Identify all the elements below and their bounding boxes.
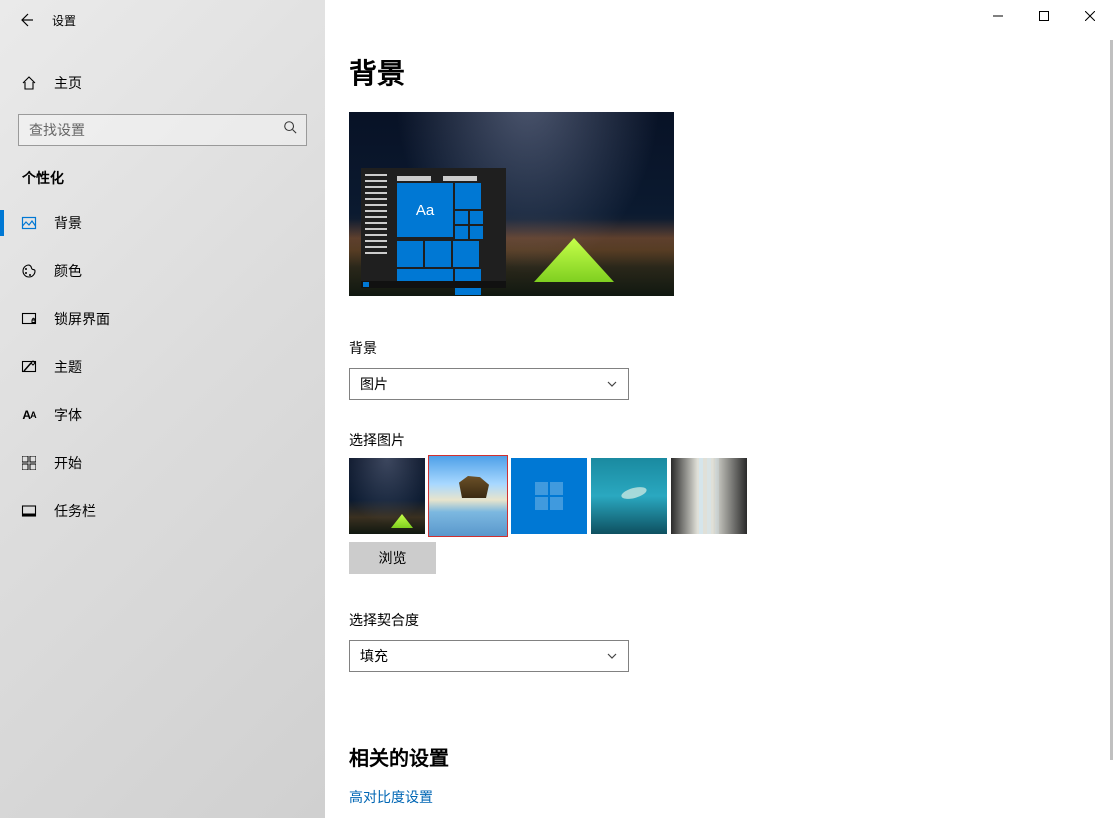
nav-lockscreen[interactable]: 锁屏界面	[0, 298, 325, 340]
nav-taskbar[interactable]: 任务栏	[0, 490, 325, 532]
nav-home[interactable]: 主页	[0, 62, 325, 104]
picture-thumb-2[interactable]	[511, 458, 587, 534]
minimize-button[interactable]	[975, 0, 1021, 32]
fit-select[interactable]: 填充	[349, 640, 629, 672]
nav-list: 背景 颜色 锁屏界面 主题 AA 字体	[0, 202, 325, 532]
themes-icon	[20, 358, 38, 376]
search-input[interactable]	[18, 114, 307, 146]
start-icon	[20, 454, 38, 472]
chevron-down-icon	[606, 378, 618, 390]
picture-thumb-1[interactable]	[429, 456, 507, 536]
background-select-label: 背景	[349, 338, 1113, 358]
nav-themes[interactable]: 主题	[0, 346, 325, 388]
link-high-contrast[interactable]: 高对比度设置	[349, 787, 1113, 807]
nav-colors[interactable]: 颜色	[0, 250, 325, 292]
nav-home-label: 主页	[54, 73, 82, 93]
nav-background[interactable]: 背景	[0, 202, 325, 244]
nav-item-label: 背景	[54, 213, 82, 233]
background-type-value: 图片	[360, 374, 388, 394]
lockscreen-icon	[20, 310, 38, 328]
maximize-icon	[1039, 11, 1049, 21]
nav-item-label: 锁屏界面	[54, 309, 110, 329]
chevron-down-icon	[606, 650, 618, 662]
app-title: 设置	[52, 12, 76, 29]
background-preview: Aa	[349, 112, 674, 296]
taskbar-icon	[20, 502, 38, 520]
section-header: 个性化	[0, 158, 325, 202]
nav-item-label: 颜色	[54, 261, 82, 281]
preview-startmenu: Aa	[361, 168, 506, 288]
window-controls	[325, 0, 1113, 32]
home-icon	[20, 74, 38, 92]
nav-fonts[interactable]: AA 字体	[0, 394, 325, 436]
palette-icon	[20, 262, 38, 280]
fit-select-label: 选择契合度	[349, 610, 1113, 630]
search-wrap	[18, 114, 307, 146]
browse-button[interactable]: 浏览	[349, 542, 436, 574]
page-title: 背景	[349, 52, 1113, 92]
close-button[interactable]	[1067, 0, 1113, 32]
picture-icon	[20, 214, 38, 232]
main: 背景 Aa	[325, 0, 1113, 818]
close-icon	[1085, 11, 1095, 21]
nav-item-label: 字体	[54, 405, 82, 425]
titlebar-left: 设置	[0, 0, 325, 40]
minimize-icon	[993, 11, 1003, 21]
content: 背景 Aa	[325, 32, 1113, 818]
background-type-select[interactable]: 图片	[349, 368, 629, 400]
picture-thumb-0[interactable]	[349, 458, 425, 534]
fonts-icon: AA	[20, 406, 38, 424]
choose-picture-label: 选择图片	[349, 430, 1113, 450]
back-button[interactable]	[6, 0, 46, 40]
preview-aa-tile: Aa	[397, 183, 453, 237]
related-header: 相关的设置	[349, 742, 1113, 771]
maximize-button[interactable]	[1021, 0, 1067, 32]
picture-thumb-4[interactable]	[671, 458, 747, 534]
nav-item-label: 任务栏	[54, 501, 96, 521]
sidebar: 设置 主页 个性化 背景 颜色	[0, 0, 325, 818]
nav-start[interactable]: 开始	[0, 442, 325, 484]
fit-select-value: 填充	[360, 646, 388, 666]
nav-item-label: 开始	[54, 453, 82, 473]
picture-thumbs	[349, 458, 1113, 536]
picture-thumb-3[interactable]	[591, 458, 667, 534]
back-arrow-icon	[18, 12, 34, 28]
nav-item-label: 主题	[54, 357, 82, 377]
